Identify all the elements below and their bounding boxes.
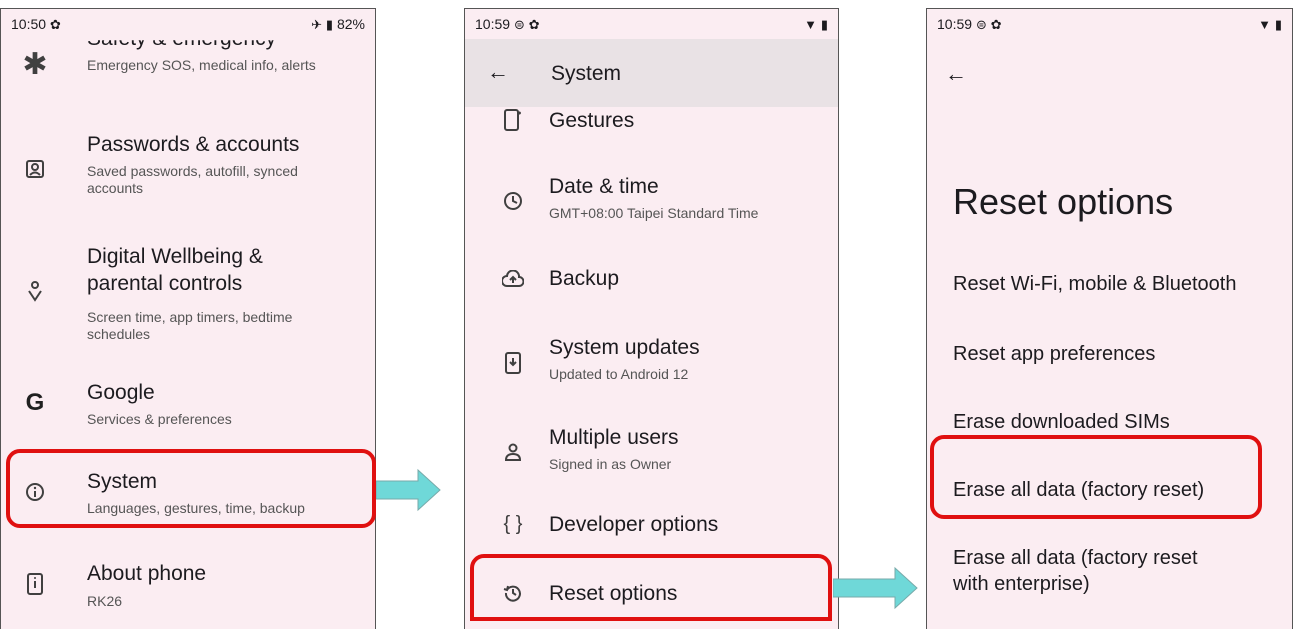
settings-item-passwords[interactable]: Passwords & accounts Saved passwords, au… <box>1 129 375 219</box>
toolbar: ← System <box>465 39 838 107</box>
person-icon <box>499 442 527 468</box>
settings-item-subtitle: RK26 <box>87 593 123 609</box>
system-item-backup[interactable]: Backup <box>465 264 838 314</box>
option-reset-wifi[interactable]: Reset Wi-Fi, mobile & Bluetooth <box>953 271 1236 297</box>
option-reset-app-preferences[interactable]: Reset app preferences <box>953 341 1155 367</box>
status-bar: 10:59 ⊜ ✿ ▼ ▮ <box>927 9 1292 39</box>
battery-icon: ▮ <box>820 17 828 32</box>
arrow-right-icon <box>376 468 441 512</box>
sync-icon: ⊜ <box>513 17 525 32</box>
status-time: 10:59 <box>475 16 511 32</box>
system-item-subtitle: Updated to Android 12 <box>549 366 689 382</box>
system-item-developer-options[interactable]: { } Developer options <box>465 509 838 559</box>
toolbar-title: System <box>551 62 622 85</box>
settings-item-digital-wellbeing[interactable]: Digital Wellbeing & parental controls Sc… <box>1 239 375 359</box>
settings-item-title: Passwords & accounts <box>87 133 300 156</box>
settings-item-subtitle: Emergency SOS, medical info, alerts <box>87 57 316 73</box>
braces-icon: { } <box>503 513 523 535</box>
system-update-icon <box>499 352 527 380</box>
system-item-system-updates[interactable]: System updates Updated to Android 12 <box>465 334 838 404</box>
arrow-right-icon <box>833 566 918 610</box>
system-item-date-time[interactable]: Date & time GMT+08:00 Taipei Standard Ti… <box>465 169 838 239</box>
system-item-title: System updates <box>549 336 700 359</box>
gear-icon: ✿ <box>528 17 540 32</box>
page-title: Reset options <box>953 181 1174 222</box>
settings-item-title: Safety & emergency <box>87 27 277 50</box>
phone-screen-settings: 10:50 ✿ ✈ ▮ 82% Safety & emergency ✱ Eme… <box>0 8 376 629</box>
status-bar: 10:59 ⊜ ✿ ▼ ▮ <box>465 9 838 39</box>
title-line-1: Digital Wellbeing & <box>87 245 263 268</box>
google-icon: G <box>25 389 45 416</box>
phone-icon <box>19 573 51 601</box>
system-item-title: Backup <box>549 267 620 290</box>
option-erase-downloaded-sims[interactable]: Erase downloaded SIMs <box>953 409 1170 435</box>
system-item-subtitle: Signed in as Owner <box>549 456 672 472</box>
clock-icon <box>499 191 527 217</box>
title-line-2: parental controls <box>87 272 243 295</box>
status-time: 10:59 <box>937 16 973 32</box>
battery-icon: ▮ <box>1274 17 1282 32</box>
system-item-gestures[interactable]: Gestures <box>465 107 838 147</box>
sync-icon: ⊜ <box>975 17 987 32</box>
system-item-title: Developer options <box>549 513 719 536</box>
back-arrow-icon[interactable]: ← <box>945 61 967 87</box>
system-item-multiple-users[interactable]: Multiple users Signed in as Owner <box>465 424 838 494</box>
system-item-title: Multiple users <box>549 426 679 449</box>
highlight-system <box>6 449 376 528</box>
system-item-subtitle: GMT+08:00 Taipei Standard Time <box>549 205 759 221</box>
wifi-icon: ▼ <box>1258 17 1271 32</box>
back-arrow-icon[interactable]: ← <box>487 59 509 85</box>
highlight-erase-all-data <box>930 435 1262 519</box>
highlight-reset-options <box>470 554 832 621</box>
option-erase-all-data-enterprise[interactable]: Erase all data (factory reset with enter… <box>953 545 1198 597</box>
wellbeing-icon <box>19 281 51 309</box>
option-line-2: with enterprise) <box>953 573 1090 595</box>
gear-icon: ✿ <box>990 17 1002 32</box>
option-line-1: Erase all data (factory reset <box>953 547 1198 569</box>
settings-item-subtitle: Saved passwords, autofill, synced accoun… <box>87 163 298 196</box>
phone-screen-reset-options: 10:59 ⊜ ✿ ▼ ▮ ← Reset options Reset Wi-F… <box>926 8 1293 629</box>
wifi-icon: ▼ <box>804 17 817 32</box>
settings-item-google[interactable]: Google G Services & preferences <box>1 377 375 447</box>
settings-item-title: Digital Wellbeing & parental controls <box>87 243 263 297</box>
asterisk-icon: ✱ <box>22 48 48 81</box>
phone-screen-system: 10:59 ⊜ ✿ ▼ ▮ ← System Gestures Date & t… <box>464 8 839 629</box>
settings-item-title: About phone <box>87 562 207 585</box>
settings-item-safety[interactable]: Safety & emergency ✱ Emergency SOS, medi… <box>1 19 375 99</box>
cloud-upload-icon <box>499 269 527 294</box>
system-item-title: Gestures <box>549 109 635 132</box>
account-box-icon <box>19 159 51 185</box>
system-item-title: Date & time <box>549 175 659 198</box>
settings-item-subtitle: Services & preferences <box>87 411 232 427</box>
settings-item-subtitle: Screen time, app timers, bedtime schedul… <box>87 309 293 342</box>
settings-item-about-phone[interactable]: About phone RK26 <box>1 559 375 629</box>
settings-item-title: Google <box>87 381 155 404</box>
gestures-icon <box>499 109 527 137</box>
